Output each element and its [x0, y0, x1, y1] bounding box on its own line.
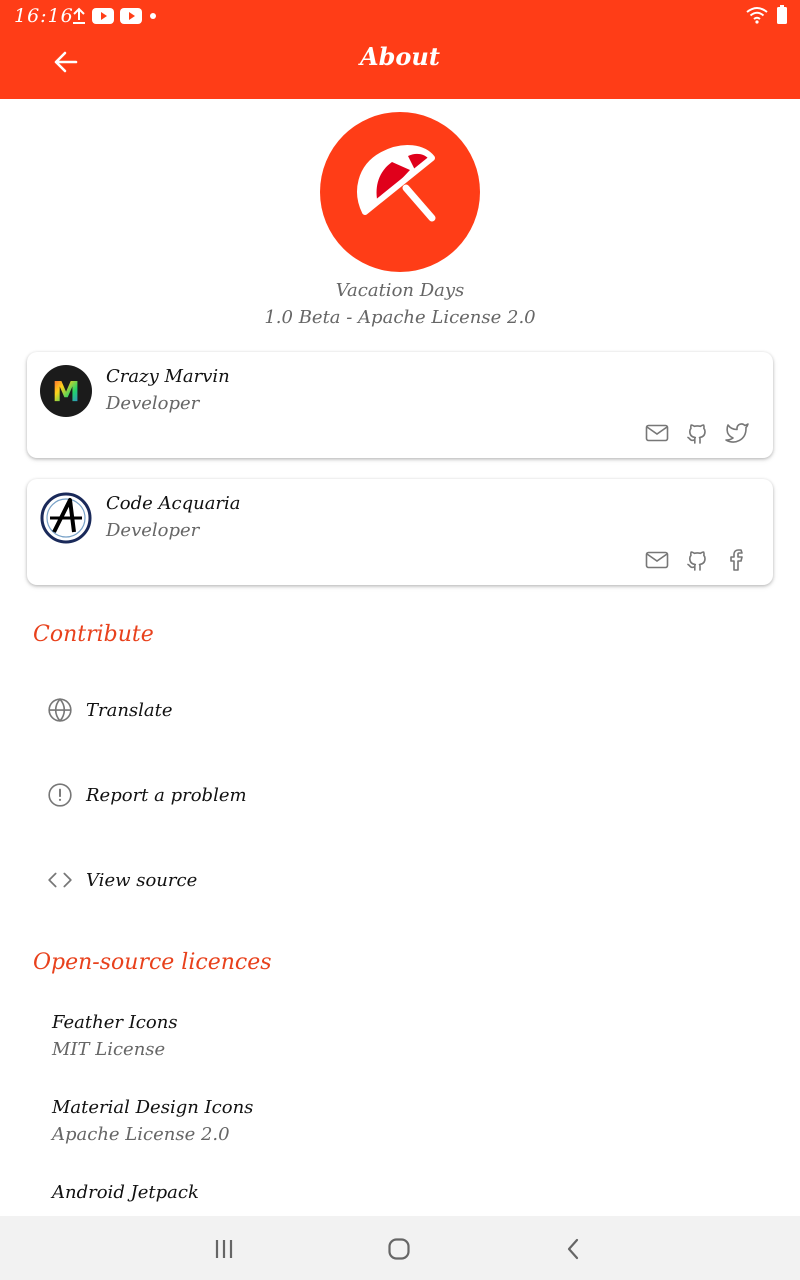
app-version: 1.0 Beta - Apache License 2.0	[264, 307, 536, 328]
license-item[interactable]: Feather Icons MIT License	[52, 1012, 752, 1082]
license-name: Feather Icons	[52, 1012, 178, 1033]
developer-card: M Crazy Marvin Developer	[27, 352, 773, 458]
developer-role: Developer	[106, 520, 200, 541]
twitter-button[interactable]	[725, 421, 749, 445]
menu-label: View source	[86, 869, 198, 891]
home-icon	[388, 1238, 410, 1260]
app-logo	[320, 112, 480, 272]
developer-links	[645, 421, 749, 445]
translate-item[interactable]: Translate	[27, 680, 773, 740]
email-icon	[645, 551, 669, 569]
facebook-icon	[730, 549, 743, 571]
upload-icon	[73, 7, 85, 24]
code-icon	[48, 872, 72, 888]
avatar-letter: M	[52, 375, 80, 408]
developer-name: Code Acquaria	[106, 493, 241, 514]
system-status-icons	[746, 5, 788, 25]
email-button[interactable]	[645, 421, 669, 445]
github-icon	[687, 424, 706, 444]
view-source-item[interactable]: View source	[27, 850, 773, 910]
developer-name: Crazy Marvin	[106, 366, 230, 387]
status-bar: 16:16	[0, 0, 800, 32]
license-name: Material Design Icons	[52, 1097, 254, 1118]
avatar	[40, 492, 92, 544]
app-bar: About	[0, 32, 800, 99]
globe-icon	[48, 697, 72, 723]
status-time: 16:16	[14, 5, 74, 27]
menu-label: Report a problem	[86, 784, 247, 806]
system-navigation-bar	[0, 1216, 800, 1280]
license-item[interactable]: Material Design Icons Apache License 2.0	[52, 1097, 752, 1167]
developer-card: Code Acquaria Developer	[27, 479, 773, 585]
recent-apps-button[interactable]	[209, 1234, 239, 1264]
recent-apps-icon	[215, 1240, 233, 1258]
license-name: Android Jetpack	[52, 1182, 199, 1203]
youtube-icon	[120, 8, 142, 24]
dot-icon	[150, 13, 156, 19]
section-title-contribute: Contribute	[33, 622, 154, 647]
github-button[interactable]	[685, 548, 709, 572]
avatar: M	[40, 365, 92, 417]
developer-role: Developer	[106, 393, 200, 414]
facebook-button[interactable]	[725, 548, 749, 572]
license-type: Apache License 2.0	[52, 1124, 230, 1145]
page-title: About	[360, 42, 440, 71]
license-type: MIT License	[52, 1039, 166, 1060]
battery-icon	[777, 5, 787, 24]
notification-icons	[72, 7, 158, 25]
email-button[interactable]	[645, 548, 669, 572]
github-icon	[687, 551, 706, 571]
chevron-left-icon	[567, 1238, 579, 1260]
section-title-licences: Open-source licences	[33, 950, 272, 975]
report-problem-item[interactable]: Report a problem	[27, 765, 773, 825]
alert-circle-icon	[48, 783, 72, 807]
developer-links	[645, 548, 749, 572]
umbrella-icon	[357, 145, 436, 222]
app-name: Vacation Days	[335, 280, 465, 301]
home-button[interactable]	[384, 1234, 414, 1264]
wifi-icon	[746, 7, 768, 24]
email-icon	[645, 424, 669, 442]
back-nav-button[interactable]	[559, 1234, 589, 1264]
github-button[interactable]	[685, 421, 709, 445]
youtube-icon	[92, 8, 114, 24]
menu-label: Translate	[86, 699, 173, 721]
twitter-icon	[725, 423, 749, 443]
